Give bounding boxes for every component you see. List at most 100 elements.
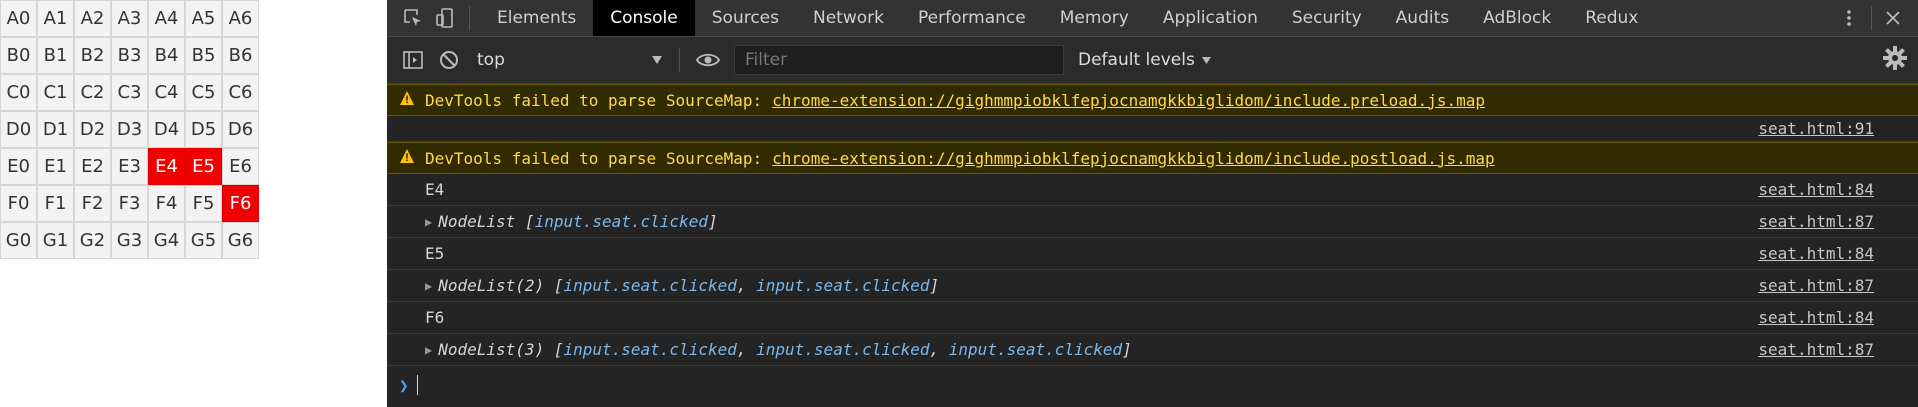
- more-vertical-icon[interactable]: [1839, 8, 1859, 28]
- seat-c0[interactable]: C0: [0, 74, 37, 111]
- seat-b4[interactable]: B4: [148, 37, 185, 74]
- console-prompt[interactable]: ❯: [387, 366, 1918, 404]
- seat-b1[interactable]: B1: [37, 37, 74, 74]
- nodelist-item[interactable]: input.seat.clicked: [756, 276, 929, 295]
- seat-f4[interactable]: F4: [148, 185, 185, 222]
- expand-triangle-icon[interactable]: ▶: [425, 215, 432, 229]
- tab-elements[interactable]: Elements: [480, 0, 593, 36]
- expand-triangle-icon[interactable]: ▶: [425, 343, 432, 357]
- tab-performance[interactable]: Performance: [901, 0, 1043, 36]
- seat-a2[interactable]: A2: [74, 0, 111, 37]
- sourcemap-link[interactable]: chrome-extension://gighmmpiobklfepjocnam…: [772, 149, 1494, 168]
- seat-b6[interactable]: B6: [222, 37, 259, 74]
- nodelist-entry[interactable]: ▶ NodeList(2) [ input.seat.clicked, inpu…: [425, 276, 939, 295]
- tab-memory[interactable]: Memory: [1043, 0, 1146, 36]
- seat-a1[interactable]: A1: [37, 0, 74, 37]
- source-link[interactable]: seat.html:84: [1758, 244, 1874, 263]
- source-link[interactable]: seat.html:84: [1758, 180, 1874, 199]
- device-toolbar-icon[interactable]: [431, 4, 459, 32]
- seat-d2[interactable]: D2: [74, 111, 111, 148]
- seat-d0[interactable]: D0: [0, 111, 37, 148]
- source-link[interactable]: seat.html:87: [1758, 276, 1874, 295]
- tab-console[interactable]: Console: [593, 0, 695, 36]
- nodelist-item[interactable]: input.seat.clicked: [756, 340, 929, 359]
- console-nodelist[interactable]: ▶ NodeList [ input.seat.clicked ] seat.h…: [387, 206, 1918, 238]
- seat-g6[interactable]: G6: [222, 222, 259, 259]
- seat-c6[interactable]: C6: [222, 74, 259, 111]
- seat-g4[interactable]: G4: [148, 222, 185, 259]
- nodelist-open-bracket: [: [515, 212, 535, 231]
- seat-d6[interactable]: D6: [222, 111, 259, 148]
- seat-c3[interactable]: C3: [111, 74, 148, 111]
- seat-g0[interactable]: G0: [0, 222, 37, 259]
- seat-f6[interactable]: F6: [222, 185, 259, 222]
- seat-e3[interactable]: E3: [111, 148, 148, 185]
- seat-f3[interactable]: F3: [111, 185, 148, 222]
- seat-a5[interactable]: A5: [185, 0, 222, 37]
- tab-adblock[interactable]: AdBlock: [1466, 0, 1568, 36]
- seat-f1[interactable]: F1: [37, 185, 74, 222]
- seat-c1[interactable]: C1: [37, 74, 74, 111]
- seat-d1[interactable]: D1: [37, 111, 74, 148]
- seat-d5[interactable]: D5: [185, 111, 222, 148]
- close-icon[interactable]: [1884, 9, 1902, 27]
- tab-sources[interactable]: Sources: [695, 0, 796, 36]
- console-caret[interactable]: [416, 375, 418, 395]
- seat-e5[interactable]: E5: [185, 148, 222, 185]
- tab-security[interactable]: Security: [1275, 0, 1379, 36]
- seat-b0[interactable]: B0: [0, 37, 37, 74]
- seat-f2[interactable]: F2: [74, 185, 111, 222]
- seat-d4[interactable]: D4: [148, 111, 185, 148]
- source-link[interactable]: seat.html:84: [1758, 308, 1874, 327]
- nodelist-open-bracket: [: [544, 276, 564, 295]
- nodelist-item[interactable]: input.seat.clicked: [949, 340, 1122, 359]
- nodelist-item[interactable]: input.seat.clicked: [535, 212, 708, 231]
- clear-console-icon[interactable]: [435, 46, 463, 74]
- toolbar-divider: [679, 48, 680, 72]
- log-levels-dropdown[interactable]: Default levels: [1078, 50, 1212, 70]
- seat-d3[interactable]: D3: [111, 111, 148, 148]
- seat-e1[interactable]: E1: [37, 148, 74, 185]
- seat-e0[interactable]: E0: [0, 148, 37, 185]
- expand-triangle-icon[interactable]: ▶: [425, 279, 432, 293]
- nodelist-entry[interactable]: ▶ NodeList(3) [ input.seat.clicked, inpu…: [425, 340, 1132, 359]
- seat-g2[interactable]: G2: [74, 222, 111, 259]
- gear-icon[interactable]: [1882, 45, 1908, 75]
- nodelist-entry[interactable]: ▶ NodeList [ input.seat.clicked ]: [425, 212, 718, 231]
- filter-input[interactable]: [735, 46, 1063, 74]
- seat-b5[interactable]: B5: [185, 37, 222, 74]
- seat-b3[interactable]: B3: [111, 37, 148, 74]
- console-nodelist[interactable]: ▶ NodeList(3) [ input.seat.clicked, inpu…: [387, 334, 1918, 366]
- seat-a3[interactable]: A3: [111, 0, 148, 37]
- sidebar-toggle-icon[interactable]: [399, 46, 427, 74]
- console-nodelist[interactable]: ▶ NodeList(2) [ input.seat.clicked, inpu…: [387, 270, 1918, 302]
- seat-c4[interactable]: C4: [148, 74, 185, 111]
- source-link[interactable]: seat.html:87: [1758, 340, 1874, 359]
- source-link[interactable]: seat.html:87: [1758, 212, 1874, 231]
- seat-f5[interactable]: F5: [185, 185, 222, 222]
- source-link[interactable]: seat.html:91: [1758, 119, 1874, 138]
- seat-g5[interactable]: G5: [185, 222, 222, 259]
- seat-f0[interactable]: F0: [0, 185, 37, 222]
- nodelist-item[interactable]: input.seat.clicked: [563, 340, 736, 359]
- nodelist-item[interactable]: input.seat.clicked: [563, 276, 736, 295]
- inspect-element-icon[interactable]: [399, 4, 427, 32]
- eye-icon[interactable]: [694, 46, 722, 74]
- seat-a4[interactable]: A4: [148, 0, 185, 37]
- tab-application[interactable]: Application: [1146, 0, 1275, 36]
- seat-b2[interactable]: B2: [74, 37, 111, 74]
- seat-a0[interactable]: A0: [0, 0, 37, 37]
- seat-e4[interactable]: E4: [148, 148, 185, 185]
- seat-c5[interactable]: C5: [185, 74, 222, 111]
- seat-g1[interactable]: G1: [37, 222, 74, 259]
- seat-e2[interactable]: E2: [74, 148, 111, 185]
- tab-redux[interactable]: Redux: [1568, 0, 1655, 36]
- sourcemap-link[interactable]: chrome-extension://gighmmpiobklfepjocnam…: [772, 91, 1485, 110]
- tab-network[interactable]: Network: [796, 0, 901, 36]
- seat-g3[interactable]: G3: [111, 222, 148, 259]
- seat-c2[interactable]: C2: [74, 74, 111, 111]
- tab-audits[interactable]: Audits: [1379, 0, 1466, 36]
- context-select[interactable]: top: [463, 45, 673, 75]
- seat-a6[interactable]: A6: [222, 0, 259, 37]
- seat-e6[interactable]: E6: [222, 148, 259, 185]
